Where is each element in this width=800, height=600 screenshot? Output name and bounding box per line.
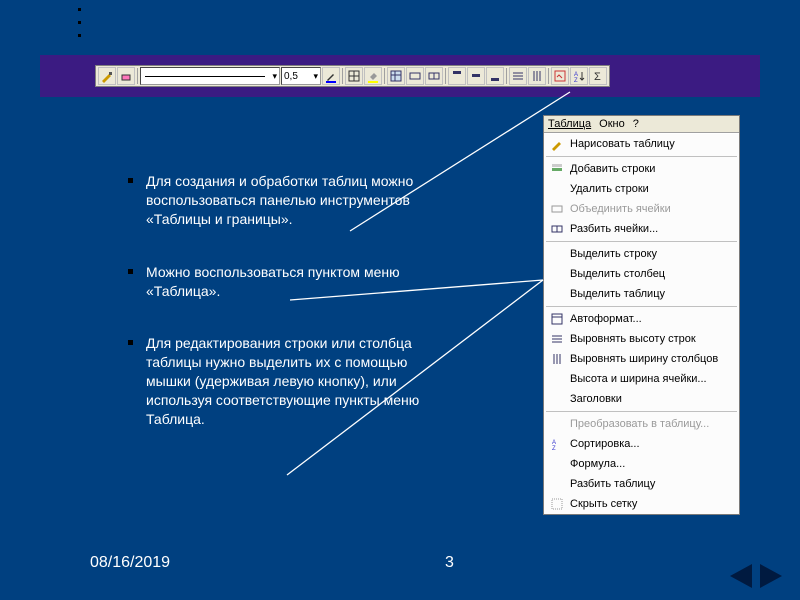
menuitem-select-col[interactable]: Выделить столбец bbox=[544, 264, 739, 284]
footer-page-number: 3 bbox=[445, 554, 454, 572]
draw-table-icon bbox=[548, 136, 566, 152]
autosum-icon[interactable]: Σ bbox=[589, 67, 607, 85]
align-top-icon[interactable] bbox=[448, 67, 466, 85]
sort-icon: AZ bbox=[548, 436, 566, 452]
menuitem-autoformat[interactable]: Автоформат... bbox=[544, 309, 739, 329]
merge-cells-icon bbox=[548, 201, 566, 217]
prev-slide-button[interactable] bbox=[730, 564, 752, 588]
menuitem-label: Выровнять ширину столбцов bbox=[570, 353, 718, 365]
fill-color-icon[interactable] bbox=[364, 67, 382, 85]
border-menu-icon[interactable] bbox=[345, 67, 363, 85]
line-style-select[interactable] bbox=[140, 67, 280, 85]
menuitem-label: Преобразовать в таблицу... bbox=[570, 418, 709, 430]
menuitem-label: Выделить таблицу bbox=[570, 288, 665, 300]
menu-table[interactable]: Таблица bbox=[548, 118, 591, 130]
autoformat-icon[interactable] bbox=[551, 67, 569, 85]
menuitem-label: Разбить ячейки... bbox=[570, 223, 658, 235]
next-slide-button[interactable] bbox=[760, 564, 782, 588]
menuitem-convert: Преобразовать в таблицу... bbox=[544, 414, 739, 434]
title-banner: 0,5 AZ Σ bbox=[40, 55, 760, 97]
bullet-item: Для редактирования строки или столбца та… bbox=[128, 334, 443, 428]
menuitem-label: Выделить столбец bbox=[570, 268, 665, 280]
footer-date: 08/16/2019 bbox=[90, 554, 170, 572]
distribute-rows-icon[interactable] bbox=[509, 67, 527, 85]
menuitem-label: Сортировка... bbox=[570, 438, 640, 450]
menuitem-split-table[interactable]: Разбить таблицу bbox=[544, 474, 739, 494]
menuitem-sort[interactable]: AZ Сортировка... bbox=[544, 434, 739, 454]
menuitem-label: Скрыть сетку bbox=[570, 498, 637, 510]
menuitem-label: Разбить таблицу bbox=[570, 478, 655, 490]
autoformat-icon bbox=[548, 311, 566, 327]
menuitem-label: Выровнять высоту строк bbox=[570, 333, 696, 345]
svg-text:Σ: Σ bbox=[594, 71, 601, 83]
merge-cells-icon[interactable] bbox=[406, 67, 424, 85]
insert-rows-icon bbox=[548, 161, 566, 177]
eraser-icon[interactable] bbox=[117, 67, 135, 85]
table-dropdown: Нарисовать таблицу Добавить строки Удали… bbox=[544, 133, 739, 514]
menuitem-label: Автоформат... bbox=[570, 313, 642, 325]
slide-nav bbox=[730, 564, 782, 588]
bullet-item: Для создания и обработки таблиц можно во… bbox=[128, 172, 443, 229]
align-bottom-icon[interactable] bbox=[486, 67, 504, 85]
menuitem-label: Формула... bbox=[570, 458, 625, 470]
menu-help[interactable]: ? bbox=[633, 118, 639, 130]
menuitem-distribute-rows[interactable]: Выровнять высоту строк bbox=[544, 329, 739, 349]
menuitem-label: Выделить строку bbox=[570, 248, 657, 260]
insert-table-icon[interactable] bbox=[387, 67, 405, 85]
svg-text:Z: Z bbox=[574, 78, 578, 83]
distribute-cols-icon[interactable] bbox=[528, 67, 546, 85]
split-cells-icon bbox=[548, 221, 566, 237]
menuitem-formula[interactable]: Формула... bbox=[544, 454, 739, 474]
menuitem-distribute-cols[interactable]: Выровнять ширину столбцов bbox=[544, 349, 739, 369]
menuitem-label: Заголовки bbox=[570, 393, 622, 405]
svg-text:Z: Z bbox=[552, 446, 556, 451]
menuitem-label: Объединить ячейки bbox=[570, 203, 671, 215]
split-cells-icon[interactable] bbox=[425, 67, 443, 85]
menuitem-merge-cells: Объединить ячейки bbox=[544, 199, 739, 219]
line-weight-value: 0,5 bbox=[284, 71, 298, 82]
menuitem-label: Добавить строки bbox=[570, 163, 655, 175]
menuitem-select-row[interactable]: Выделить строку bbox=[544, 244, 739, 264]
menuitem-draw-table[interactable]: Нарисовать таблицу bbox=[544, 134, 739, 154]
menuitem-delete-rows[interactable]: Удалить строки bbox=[544, 179, 739, 199]
bullet-list: Для создания и обработки таблиц можно во… bbox=[88, 172, 443, 463]
grid-icon bbox=[548, 496, 566, 512]
menubar: Таблица Окно ? bbox=[544, 116, 739, 133]
menuitem-headings[interactable]: Заголовки bbox=[544, 389, 739, 409]
table-menu-panel: Таблица Окно ? Нарисовать таблицу Добави… bbox=[543, 115, 740, 515]
pen-color-icon[interactable] bbox=[322, 67, 340, 85]
distribute-cols-icon bbox=[548, 351, 566, 367]
menuitem-select-table[interactable]: Выделить таблицу bbox=[544, 284, 739, 304]
slide-dots bbox=[78, 8, 81, 47]
menuitem-label: Удалить строки bbox=[570, 183, 649, 195]
menuitem-gridlines[interactable]: Скрыть сетку bbox=[544, 494, 739, 514]
menu-window[interactable]: Окно bbox=[599, 118, 625, 130]
bullet-item: Можно воспользоваться пунктом меню «Табл… bbox=[128, 263, 443, 301]
distribute-rows-icon bbox=[548, 331, 566, 347]
align-center-icon[interactable] bbox=[467, 67, 485, 85]
menuitem-cell-size[interactable]: Высота и ширина ячейки... bbox=[544, 369, 739, 389]
menuitem-split-cells[interactable]: Разбить ячейки... bbox=[544, 219, 739, 239]
menuitem-label: Нарисовать таблицу bbox=[570, 138, 675, 150]
line-weight-select[interactable]: 0,5 bbox=[281, 67, 321, 85]
menuitem-add-rows[interactable]: Добавить строки bbox=[544, 159, 739, 179]
tables-and-borders-toolbar: 0,5 AZ Σ bbox=[95, 65, 610, 87]
menuitem-label: Высота и ширина ячейки... bbox=[570, 373, 707, 385]
draw-table-icon[interactable] bbox=[98, 67, 116, 85]
sort-asc-icon[interactable]: AZ bbox=[570, 67, 588, 85]
